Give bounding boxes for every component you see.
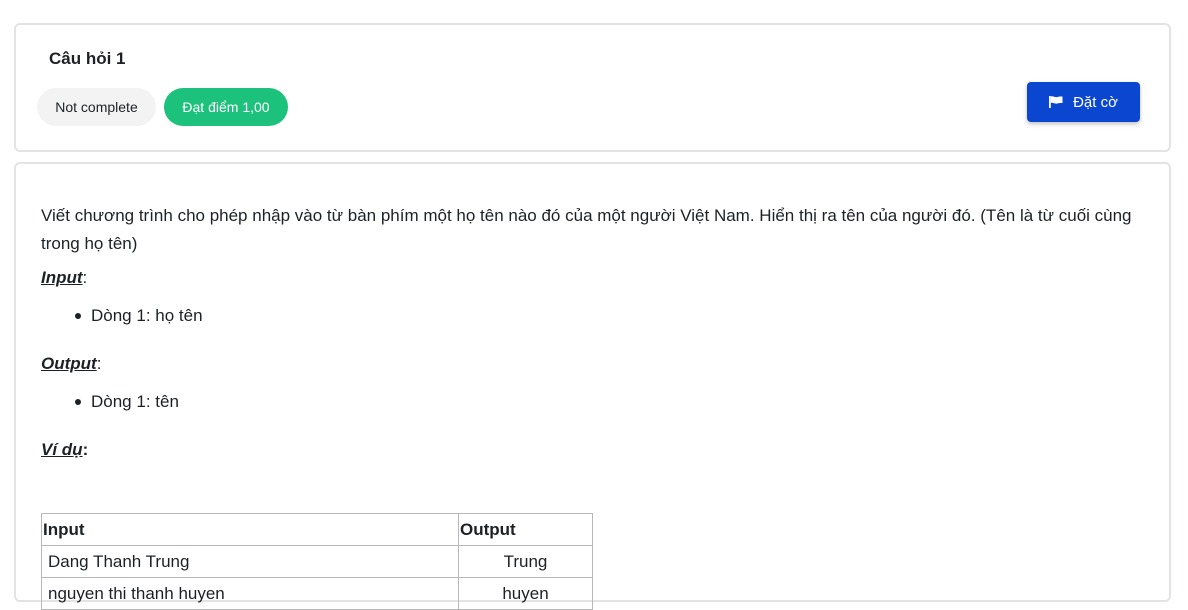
list-item: Dòng 1: tên: [75, 392, 179, 412]
list-item: Dòng 1: họ tên: [75, 306, 203, 326]
table-cell-input: Dang Thanh Trung: [41, 545, 459, 578]
output-label: Output: [41, 354, 97, 373]
flag-icon: [1049, 96, 1063, 108]
question-info-card: Câu hỏi 1 Not complete Đạt điểm 1,00 Đặt…: [14, 23, 1171, 152]
completion-status-badge: Not complete: [37, 88, 156, 126]
table-cell-input: nguyen thi thanh huyen: [41, 577, 459, 610]
question-text: Viết chương trình cho phép nhập vào từ b…: [41, 202, 1136, 610]
table-header-input: Input: [41, 513, 459, 546]
example-label: Ví dụ: [41, 440, 83, 459]
table-header-output: Output: [458, 513, 593, 546]
output-section-heading: Output:: [41, 354, 102, 373]
grade-badge: Đạt điểm 1,00: [164, 88, 288, 126]
table-header-row: Input Output: [41, 513, 593, 546]
bullet-icon: [75, 313, 81, 319]
question-title: Câu hỏi 1: [49, 49, 126, 68]
table-row: nguyen thi thanh huyen huyen: [41, 577, 593, 610]
problem-description: Viết chương trình cho phép nhập vào từ b…: [41, 206, 1132, 253]
example-section-heading: Ví dụ:: [41, 440, 89, 459]
flag-question-button[interactable]: Đặt cờ: [1027, 82, 1140, 122]
table-cell-output: huyen: [458, 577, 593, 610]
input-label: Input: [41, 268, 83, 287]
flag-button-label: Đặt cờ: [1073, 93, 1118, 111]
table-row: Dang Thanh Trung Trung: [41, 545, 593, 578]
table-cell-output: Trung: [458, 545, 593, 578]
example-table: Input Output Dang Thanh Trung Trung nguy…: [41, 513, 593, 610]
input-section-heading: Input:: [41, 268, 88, 287]
question-content-card: Viết chương trình cho phép nhập vào từ b…: [14, 162, 1171, 610]
bullet-icon: [75, 399, 81, 405]
